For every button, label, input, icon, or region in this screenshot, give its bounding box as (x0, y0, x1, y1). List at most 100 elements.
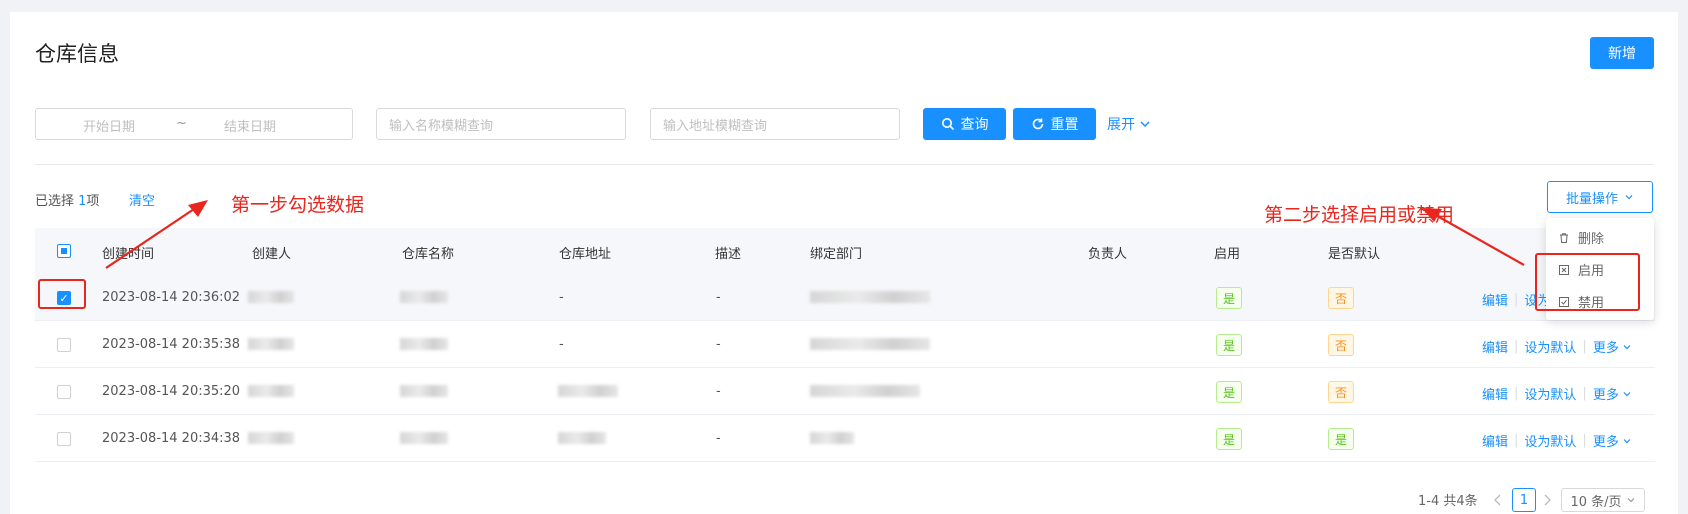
col-department: 绑定部门 (810, 247, 863, 262)
ops-separator: | (1582, 386, 1587, 401)
set-default-link[interactable]: 设为默认 (1524, 431, 1576, 450)
row-actions: 编辑 | 设为默认 | 更多 (1482, 384, 1632, 403)
col-is-default: 是否默认 (1328, 247, 1381, 262)
chevron-down-icon (1623, 438, 1631, 443)
description: - (716, 431, 721, 446)
expand-label: 展开 (1107, 117, 1135, 133)
address: - (559, 290, 564, 305)
created-time: 2023-08-14 20:36:02 (102, 290, 241, 305)
arrow-icon-step2 (1422, 208, 1525, 266)
name-redacted (400, 432, 448, 444)
pagination-summary: 1-4 共4条 (1418, 494, 1478, 509)
department-redacted (810, 338, 930, 350)
ops-separator: | (1582, 433, 1587, 448)
name-redacted (400, 385, 448, 397)
ops-separator: | (1582, 339, 1587, 354)
created-time: 2023-08-14 20:34:38 (102, 431, 241, 446)
col-warehouse-address: 仓库地址 (559, 247, 612, 262)
department-redacted (810, 432, 854, 444)
chevron-right-icon[interactable] (1542, 493, 1552, 507)
address: - (559, 337, 564, 352)
creator-redacted (248, 291, 294, 303)
table-row[interactable]: 2023-08-14 20:35:38 - - 是 否 编辑 | 设为默认 | 更多 (35, 321, 1655, 368)
divider (35, 164, 1654, 165)
table-row[interactable]: 2023-08-14 20:35:20 - 是 否 编辑 | 设为默认 | 更多 (35, 368, 1655, 415)
chevron-down-icon (1140, 121, 1150, 128)
search-icon (941, 118, 954, 131)
annotation-highlight-menu (1535, 253, 1640, 311)
table-header: 创建时间 创建人 仓库名称 仓库地址 描述 绑定部门 负责人 启用 是否默认 (35, 228, 1655, 274)
chevron-down-icon (1625, 195, 1633, 200)
menu-item-delete[interactable]: 删除 (1558, 228, 1604, 247)
col-description: 描述 (715, 247, 742, 262)
table-row[interactable]: ✓ 2023-08-14 20:36:02 - - 是 否 编辑|设为默认 (35, 274, 1655, 321)
col-manager: 负责人 (1088, 247, 1128, 262)
more-link[interactable]: 更多 (1593, 431, 1619, 450)
chevron-left-icon[interactable] (1493, 493, 1503, 507)
edit-link[interactable]: 编辑 (1482, 431, 1508, 450)
refresh-icon (1032, 118, 1043, 130)
row-checkbox[interactable] (57, 432, 71, 446)
reset-button[interactable]: 重置 (1013, 108, 1096, 140)
default-tag: 是 (1328, 428, 1354, 450)
row-actions: 编辑 | 设为默认 | 更多 (1482, 337, 1632, 356)
creator-redacted (248, 432, 294, 444)
ops-separator: | (1514, 339, 1519, 354)
enabled-tag: 是 (1216, 381, 1242, 403)
enabled-tag: 是 (1216, 287, 1242, 309)
col-enabled: 启用 (1214, 247, 1241, 262)
set-default-link[interactable]: 设为默认 (1524, 384, 1576, 403)
set-default-link[interactable]: 设为默认 (1524, 337, 1576, 356)
chevron-down-icon (1623, 344, 1631, 349)
col-warehouse-name: 仓库名称 (402, 247, 455, 262)
annotation-highlight-checkbox (38, 279, 86, 309)
expand-filters-link[interactable]: 展开 (1107, 114, 1151, 134)
description: - (716, 290, 721, 305)
enabled-tag: 是 (1216, 428, 1242, 450)
add-button[interactable]: 新增 (1590, 37, 1654, 69)
enabled-tag: 是 (1216, 334, 1242, 356)
trash-icon (1560, 232, 1568, 243)
default-tag: 否 (1328, 334, 1354, 356)
creator-redacted (248, 385, 294, 397)
selection-info: 已选择 1项 (35, 190, 99, 209)
more-link[interactable]: 更多 (1593, 384, 1619, 403)
description: - (716, 337, 721, 352)
created-time: 2023-08-14 20:35:38 (102, 337, 241, 352)
batch-operations-button[interactable]: 批量操作 (1547, 181, 1653, 213)
date-end-placeholder[interactable]: 结束日期 (224, 116, 276, 135)
table-row[interactable]: 2023-08-14 20:34:38 - 是 是 编辑 | 设为默认 | 更多 (35, 415, 1655, 462)
date-separator: ~ (176, 116, 187, 131)
search-button[interactable]: 查询 (923, 108, 1006, 140)
created-time: 2023-08-14 20:35:20 (102, 384, 241, 399)
selection-suffix: 项 (86, 194, 100, 209)
row-checkbox[interactable] (57, 338, 71, 352)
chevron-down-icon (1627, 498, 1634, 503)
page-title: 仓库信息 (35, 42, 119, 66)
row-checkbox[interactable] (57, 385, 71, 399)
name-redacted (400, 291, 448, 303)
chevron-down-icon (1623, 391, 1631, 396)
edit-link[interactable]: 编辑 (1482, 290, 1508, 309)
date-range-picker[interactable]: 开始日期 ~ 结束日期 (35, 108, 353, 140)
address-search-input[interactable]: 输入地址模糊查询 (650, 108, 900, 140)
name-redacted (400, 338, 448, 350)
more-link[interactable]: 更多 (1593, 337, 1619, 356)
default-tag: 否 (1328, 381, 1354, 403)
col-creator: 创建人 (252, 247, 292, 262)
ops-separator: | (1514, 433, 1519, 448)
name-search-input[interactable]: 输入名称模糊查询 (376, 108, 626, 140)
select-all-checkbox[interactable] (57, 244, 71, 258)
date-start-placeholder[interactable]: 开始日期 (83, 116, 135, 135)
creator-redacted (248, 338, 294, 350)
description: - (716, 384, 721, 399)
page-size-select[interactable]: 10 条/页 (1561, 488, 1645, 512)
default-tag: 否 (1328, 287, 1354, 309)
edit-link[interactable]: 编辑 (1482, 337, 1508, 356)
edit-link[interactable]: 编辑 (1482, 384, 1508, 403)
page-number-current[interactable]: 1 (1512, 488, 1536, 512)
address-redacted (558, 432, 606, 444)
department-redacted (810, 291, 930, 303)
annotation-step1: 第一步勾选数据 (231, 194, 365, 216)
row-actions: 编辑 | 设为默认 | 更多 (1482, 431, 1632, 450)
